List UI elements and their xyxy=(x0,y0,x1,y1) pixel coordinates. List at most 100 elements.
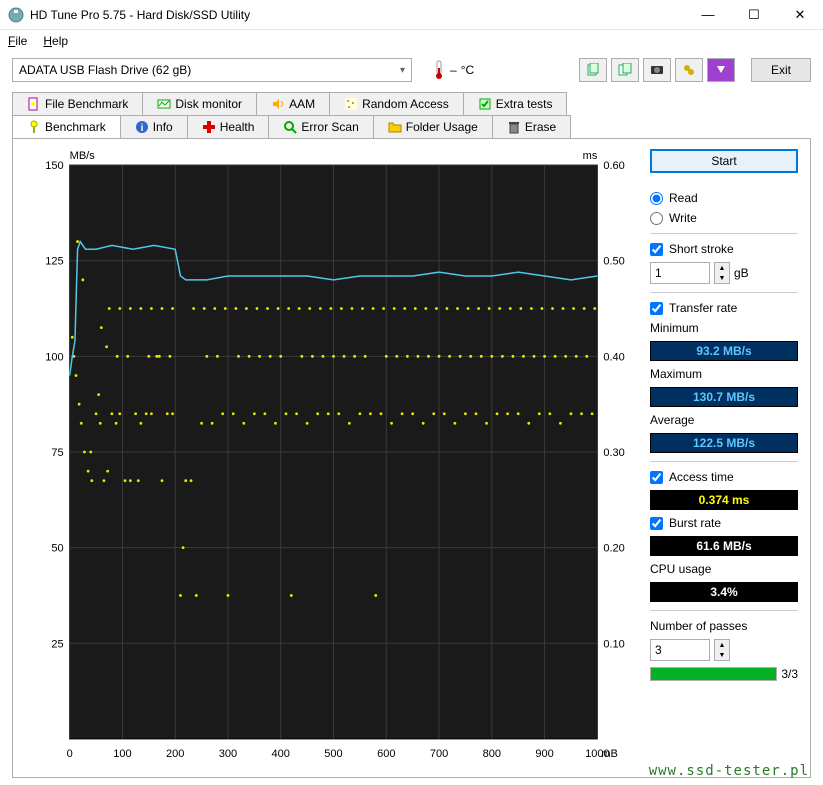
write-label: Write xyxy=(669,211,697,225)
short-stroke-checkbox[interactable] xyxy=(650,243,663,256)
progress-fill xyxy=(651,668,776,680)
access-time-checkbox[interactable] xyxy=(650,471,663,484)
tab-disk-monitor[interactable]: Disk monitor xyxy=(142,92,257,115)
access-time-value: 0.374 ms xyxy=(650,490,798,510)
minimize-tray-button[interactable] xyxy=(707,58,735,82)
svg-text:0.50: 0.50 xyxy=(603,256,624,268)
menu-file[interactable]: File xyxy=(8,34,27,48)
svg-text:100: 100 xyxy=(45,351,63,363)
menu-help[interactable]: Help xyxy=(43,34,68,48)
disk-monitor-icon xyxy=(157,97,171,111)
tab-label: Disk monitor xyxy=(175,97,242,111)
short-stroke-spinner[interactable]: ▲▼ xyxy=(714,262,730,284)
exit-button[interactable]: Exit xyxy=(751,58,811,82)
progress-bar xyxy=(650,667,777,681)
tab-aam[interactable]: AAM xyxy=(256,92,330,115)
svg-text:700: 700 xyxy=(430,748,448,760)
folder-usage-icon xyxy=(388,120,402,134)
tab-label: AAM xyxy=(289,97,315,111)
burst-rate-label: Burst rate xyxy=(669,516,721,530)
maximum-value: 130.7 MB/s xyxy=(650,387,798,407)
tab-info[interactable]: iInfo xyxy=(120,115,188,138)
temp-sep: – xyxy=(450,63,457,77)
copy-info-button[interactable] xyxy=(579,58,607,82)
progress-text: 3/3 xyxy=(781,667,798,681)
random-access-icon xyxy=(344,97,358,111)
svg-text:0: 0 xyxy=(67,748,73,760)
tab-error-scan[interactable]: Error Scan xyxy=(268,115,373,138)
settings-button[interactable] xyxy=(675,58,703,82)
save-screenshot-button[interactable] xyxy=(643,58,671,82)
tab-label: Benchmark xyxy=(45,120,106,134)
copy-screenshot-button[interactable] xyxy=(611,58,639,82)
tab-label: File Benchmark xyxy=(45,97,128,111)
temp-unit: °C xyxy=(461,63,474,77)
svg-text:mB: mB xyxy=(601,748,618,760)
tab-label: Erase xyxy=(525,120,556,134)
svg-text:0.60: 0.60 xyxy=(603,160,624,172)
short-stroke-input[interactable] xyxy=(650,262,710,284)
tab-random-access[interactable]: Random Access xyxy=(329,92,464,115)
burst-rate-value: 61.6 MB/s xyxy=(650,536,798,556)
access-time-check[interactable]: Access time xyxy=(650,470,798,484)
burst-rate-checkbox[interactable] xyxy=(650,517,663,530)
drive-select-text: ADATA USB Flash Drive (62 gB) xyxy=(19,63,191,77)
tab-label: Random Access xyxy=(362,97,449,111)
error-scan-icon xyxy=(283,120,297,134)
svg-text:ms: ms xyxy=(583,150,598,162)
health-icon xyxy=(202,120,216,134)
svg-text:800: 800 xyxy=(483,748,501,760)
benchmark-chart: 0100200300400500600700800900100025507510… xyxy=(21,147,646,769)
access-time-label: Access time xyxy=(669,470,734,484)
passes-input[interactable] xyxy=(650,639,710,661)
cpu-value: 3.4% xyxy=(650,582,798,602)
maximum-label: Maximum xyxy=(650,367,798,381)
extra-tests-icon xyxy=(478,97,492,111)
tab-folder-usage[interactable]: Folder Usage xyxy=(373,115,493,138)
start-button[interactable]: Start xyxy=(650,149,798,173)
write-radio-input[interactable] xyxy=(650,212,663,225)
tab-row-top: File Benchmark Disk monitor AAM Random A… xyxy=(12,92,811,115)
svg-text:125: 125 xyxy=(45,256,63,268)
svg-text:300: 300 xyxy=(219,748,237,760)
tab-health[interactable]: Health xyxy=(187,115,270,138)
svg-text:0.30: 0.30 xyxy=(603,447,624,459)
tab-file-benchmark[interactable]: File Benchmark xyxy=(12,92,143,115)
toolbar: ADATA USB Flash Drive (62 gB) ▾ – °C Exi… xyxy=(0,52,823,88)
tab-benchmark[interactable]: Benchmark xyxy=(12,115,121,138)
passes-label: Number of passes xyxy=(650,619,798,633)
minimize-button[interactable]: — xyxy=(685,0,731,30)
tab-label: Folder Usage xyxy=(406,120,478,134)
svg-text:200: 200 xyxy=(166,748,184,760)
svg-text:i: i xyxy=(140,123,143,134)
svg-text:500: 500 xyxy=(324,748,342,760)
short-stroke-check[interactable]: Short stroke xyxy=(650,242,798,256)
tab-erase[interactable]: Erase xyxy=(492,115,571,138)
average-value: 122.5 MB/s xyxy=(650,433,798,453)
menubar: File Help xyxy=(0,30,823,52)
svg-text:50: 50 xyxy=(51,543,63,555)
erase-icon xyxy=(507,120,521,134)
tabs-area: File Benchmark Disk monitor AAM Random A… xyxy=(12,92,811,778)
benchmark-icon xyxy=(27,120,41,134)
file-bench-icon xyxy=(27,97,41,111)
svg-text:150: 150 xyxy=(45,160,63,172)
short-stroke-label: Short stroke xyxy=(669,242,734,256)
burst-rate-check[interactable]: Burst rate xyxy=(650,516,798,530)
progress-row: 3/3 xyxy=(650,667,798,681)
transfer-rate-check[interactable]: Transfer rate xyxy=(650,301,798,315)
transfer-rate-checkbox[interactable] xyxy=(650,302,663,315)
close-button[interactable]: ✕ xyxy=(777,0,823,30)
maximize-button[interactable]: ☐ xyxy=(731,0,777,30)
watermark: www.ssd-tester.pl xyxy=(649,763,809,779)
passes-spinner[interactable]: ▲▼ xyxy=(714,639,730,661)
tab-extra-tests[interactable]: Extra tests xyxy=(463,92,568,115)
write-radio[interactable]: Write xyxy=(650,211,798,225)
svg-text:0.20: 0.20 xyxy=(603,543,624,555)
read-radio[interactable]: Read xyxy=(650,191,798,205)
tab-label: Error Scan xyxy=(301,120,358,134)
svg-text:600: 600 xyxy=(377,748,395,760)
read-radio-input[interactable] xyxy=(650,192,663,205)
svg-text:900: 900 xyxy=(535,748,553,760)
drive-select[interactable]: ADATA USB Flash Drive (62 gB) ▾ xyxy=(12,58,412,82)
